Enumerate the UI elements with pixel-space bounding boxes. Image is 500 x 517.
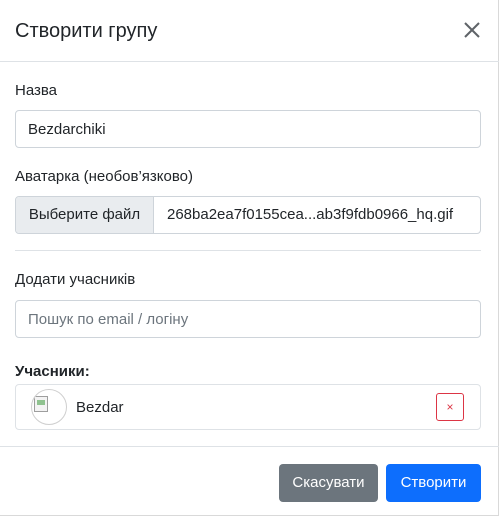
modal-footer: Скасувати Створити: [0, 446, 499, 516]
modal-title: Створити групу: [15, 20, 158, 42]
create-button[interactable]: Створити: [386, 464, 481, 502]
add-members-label: Додати учасників: [15, 271, 136, 288]
member-search-input[interactable]: [15, 300, 481, 338]
avatar-file-input[interactable]: Выберите файл 268ba2ea7f0155cea...ab3f9f…: [15, 196, 481, 234]
cancel-button[interactable]: Скасувати: [279, 464, 378, 502]
members-label: Учасники:: [15, 363, 90, 380]
section-divider: [15, 250, 481, 251]
close-icon: [464, 22, 480, 38]
close-button[interactable]: [461, 19, 483, 41]
broken-image-icon: [34, 396, 48, 412]
member-list-item: Bezdar ×: [15, 384, 481, 430]
member-name: Bezdar: [76, 399, 124, 416]
choose-file-button[interactable]: Выберите файл: [16, 197, 154, 233]
create-group-modal: Створити групу Назва Аватарка (необов’яз…: [0, 0, 499, 516]
avatar: [31, 389, 67, 425]
remove-member-button[interactable]: ×: [436, 393, 464, 421]
selected-file-name: 268ba2ea7f0155cea...ab3f9fdb0966_hq.gif: [167, 206, 454, 223]
name-label: Назва: [15, 82, 58, 99]
avatar-label: Аватарка (необов’язково): [15, 168, 194, 185]
group-name-input[interactable]: [15, 110, 481, 148]
modal-header: Створити групу: [0, 0, 499, 62]
